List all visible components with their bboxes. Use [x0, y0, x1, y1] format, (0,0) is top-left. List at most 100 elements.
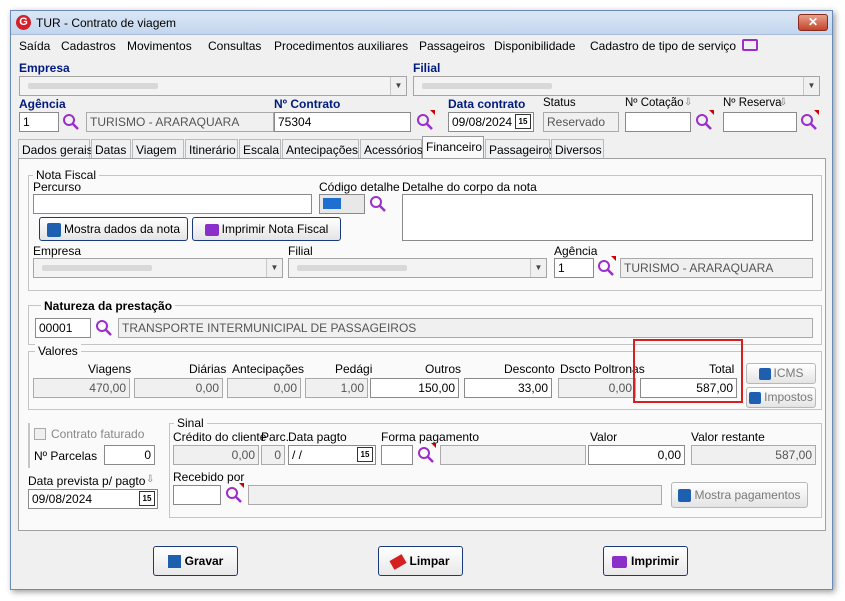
menu-cadastros[interactable]: Cadastros: [61, 39, 116, 53]
imprimir-nota-fiscal-button[interactable]: Imprimir Nota Fiscal: [192, 217, 341, 241]
chevron-down-icon: ▼: [390, 77, 406, 95]
valor-label: Valor: [590, 430, 618, 444]
close-button[interactable]: ✕: [798, 14, 828, 31]
outros-label: Outros: [425, 362, 462, 376]
gravar-button[interactable]: Gravar: [153, 546, 238, 576]
agencia-name-field: TURISMO - ARARAQUARA: [86, 112, 274, 132]
search-icon[interactable]: [800, 113, 818, 131]
filial-combo[interactable]: ▼: [413, 76, 820, 96]
sort-icon: ⇩: [146, 474, 155, 485]
contrato-label: Nº Contrato: [274, 97, 341, 111]
nf-agencia-label: Agência: [554, 244, 598, 258]
forma-pagamento-input[interactable]: [381, 445, 413, 465]
mostra-dados-nota-button[interactable]: Mostra dados da nota: [39, 217, 188, 241]
thumbs-up-icon: [749, 391, 762, 404]
natureza-description-field: TRANSPORTE INTERMUNICIPAL DE PASSAGEIROS: [118, 318, 813, 338]
search-icon[interactable]: [417, 446, 435, 464]
outros-input[interactable]: 150,00: [370, 378, 459, 398]
nf-filial-label: Filial: [288, 244, 313, 258]
parc-field: 0: [261, 445, 285, 465]
tab-viagem[interactable]: Viagem: [132, 139, 184, 159]
desconto-input[interactable]: 33,00: [464, 378, 552, 398]
forma-pagamento-label: Forma pagamento: [381, 430, 480, 444]
mostra-pagamentos-button[interactable]: Mostra pagamentos: [671, 482, 808, 508]
natureza-code-input[interactable]: 00001: [35, 318, 91, 338]
percurso-input[interactable]: [33, 194, 312, 214]
data-prevista-label: Data prevista p/ pagto: [28, 474, 146, 488]
codigo-detalhe-input[interactable]: [319, 194, 365, 214]
mostra-pagamentos-label: Mostra pagamentos: [694, 488, 801, 502]
highlight-box: [633, 339, 743, 403]
parcelas-label: Nº Parcelas: [34, 449, 98, 463]
reserva-input[interactable]: [723, 112, 797, 132]
tab-dados-gerais[interactable]: Dados gerais: [18, 139, 93, 159]
viagens-field: 470,00: [33, 378, 130, 398]
search-icon[interactable]: [416, 113, 434, 131]
nf-empresa-label: Empresa: [33, 244, 82, 258]
filial-label: Filial: [413, 61, 441, 75]
valor-restante-field: 587,00: [691, 445, 816, 465]
detalhe-textarea[interactable]: [402, 194, 813, 241]
thumbs-up-icon: [678, 489, 692, 503]
nf-agencia-code-input[interactable]: 1: [554, 258, 594, 278]
menu-movimentos[interactable]: Movimentos: [127, 39, 192, 53]
desconto-label: Desconto: [504, 362, 555, 376]
calendar-icon[interactable]: 15: [515, 114, 531, 129]
icms-label: ICMS: [773, 366, 804, 380]
data-pagto-value: / /: [292, 448, 303, 462]
required-marker-icon: [709, 110, 714, 115]
valor-input[interactable]: 0,00: [588, 445, 685, 465]
tab-escala[interactable]: Escala: [239, 139, 281, 159]
contrato-faturado-label: Contrato faturado: [51, 427, 145, 441]
menu-procedimentos[interactable]: Procedimentos auxiliares: [274, 39, 408, 53]
icms-button[interactable]: ICMS: [746, 363, 816, 384]
nf-empresa-combo[interactable]: ▼: [33, 258, 283, 278]
nf-filial-combo[interactable]: ▼: [288, 258, 547, 278]
parc-label: Parc.: [261, 430, 290, 444]
data-pagto-label: Data pagto: [288, 430, 347, 444]
tab-itinerario[interactable]: Itinerário: [185, 139, 238, 159]
sort-icon: ⇩: [779, 97, 788, 108]
tab-diversos[interactable]: Diversos: [551, 139, 604, 159]
printer-icon: [611, 555, 627, 568]
monitor-icon[interactable]: [742, 39, 758, 51]
credito-field: 0,00: [173, 445, 259, 465]
search-icon[interactable]: [695, 113, 713, 131]
agencia-code-input[interactable]: 1: [19, 112, 59, 132]
menu-disponibilidade[interactable]: Disponibilidade: [494, 39, 575, 53]
cotacao-label: Nº Cotação: [625, 97, 684, 109]
menu-saida[interactable]: Saída: [19, 39, 50, 53]
required-marker-icon: [611, 256, 616, 261]
tab-passageiros[interactable]: Passageiros: [485, 139, 555, 159]
recebido-por-input[interactable]: [173, 485, 221, 505]
pedagio-field: 1,00: [305, 378, 368, 398]
cotacao-input[interactable]: [625, 112, 691, 132]
search-icon[interactable]: [225, 486, 243, 504]
menu-cadastro-tipo-servico[interactable]: Cadastro de tipo de serviço: [590, 39, 736, 53]
imprimir-button[interactable]: Imprimir: [603, 546, 688, 576]
search-icon[interactable]: [95, 319, 113, 337]
search-icon[interactable]: [62, 113, 80, 131]
search-icon[interactable]: [369, 195, 387, 213]
search-icon[interactable]: [597, 259, 615, 277]
empresa-combo[interactable]: ▼: [19, 76, 407, 96]
contrato-faturado-checkbox[interactable]: [34, 428, 46, 440]
tab-financeiro[interactable]: Financeiro: [422, 136, 484, 159]
tab-acessorios[interactable]: Acessórios: [360, 139, 423, 159]
parcelas-input[interactable]: 0: [104, 445, 155, 465]
tab-antecipacoes[interactable]: Antecipações: [282, 139, 359, 159]
valor-restante-label: Valor restante: [691, 430, 765, 444]
dscto-poltronas-label: Dscto Poltronas: [560, 362, 645, 376]
contrato-input[interactable]: 75304: [274, 112, 411, 132]
required-marker-icon: [814, 110, 819, 115]
codigo-detalhe-label: Código detalhe: [319, 180, 400, 194]
calendar-icon[interactable]: 15: [139, 491, 155, 506]
calendar-icon[interactable]: 15: [357, 447, 373, 462]
tab-datas[interactable]: Datas: [91, 139, 131, 159]
menu-passageiros[interactable]: Passageiros: [419, 39, 485, 53]
limpar-button[interactable]: Limpar: [378, 546, 463, 576]
forma-pagamento-name-field: [440, 445, 586, 465]
menu-consultas[interactable]: Consultas: [208, 39, 261, 53]
main-window: G TUR - Contrato de viagem ✕ Saída Cadas…: [10, 10, 833, 590]
impostos-button[interactable]: Impostos: [746, 387, 816, 408]
